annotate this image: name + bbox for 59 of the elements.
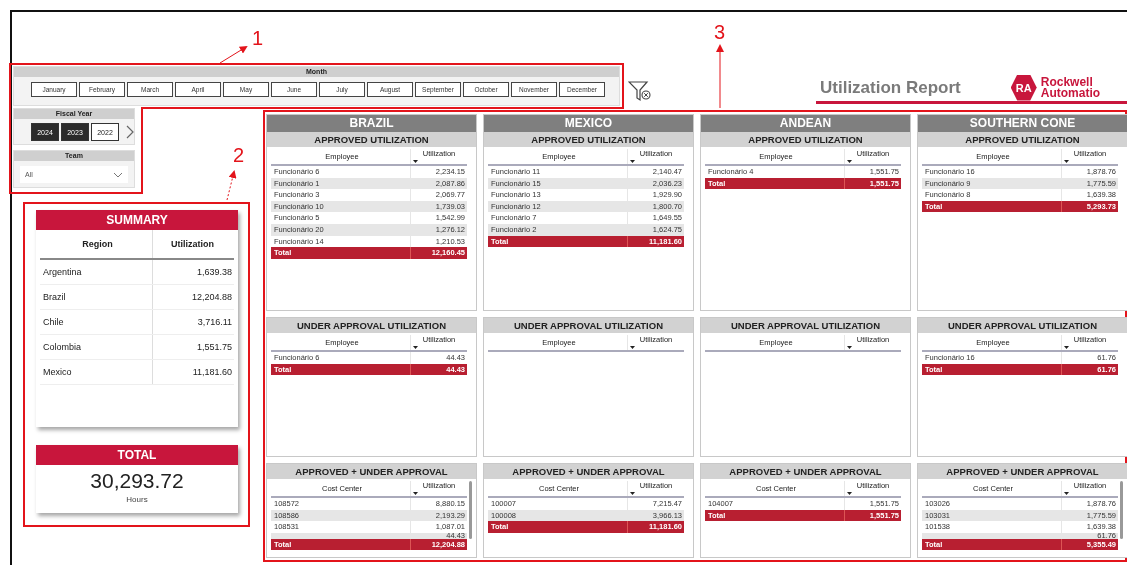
sort-icon xyxy=(847,346,852,349)
brand-name: Rockwell xyxy=(1040,76,1093,88)
table-cell-text: 1,551.75 xyxy=(195,341,233,354)
table-cell: Mexico xyxy=(40,360,153,384)
panel-title: APPROVED + UNDER APPROVAL xyxy=(267,464,476,479)
panel-title: APPROVED UTILIZATION xyxy=(267,132,476,147)
clear-filter-icon[interactable] xyxy=(628,80,652,102)
column-header: Region xyxy=(40,230,153,258)
sort-icon xyxy=(847,160,852,163)
annotation-number: 2 xyxy=(233,145,245,165)
sort-icon xyxy=(1064,160,1069,163)
annotation-arrow xyxy=(226,170,237,201)
sort-icon xyxy=(413,346,418,349)
annotation-number: 3 xyxy=(714,22,726,42)
table-cell-text: 12,204.88 xyxy=(190,291,233,304)
table-cell-text: 11,181.60 xyxy=(191,366,233,379)
sort-icon xyxy=(630,346,635,349)
total-value: 30,293.72 xyxy=(89,469,185,493)
panel-title: UNDER APPROVAL UTILIZATION xyxy=(484,318,693,333)
panel-title: APPROVED UTILIZATION xyxy=(918,132,1127,147)
panel-title: APPROVED + UNDER APPROVAL xyxy=(701,464,910,479)
panel-title: APPROVED + UNDER APPROVAL xyxy=(484,464,693,479)
panel-title: APPROVED + UNDER APPROVAL xyxy=(918,464,1127,479)
region-title: BRAZIL xyxy=(267,115,476,132)
sort-icon xyxy=(1064,346,1069,349)
sort-icon xyxy=(630,160,635,163)
column-header: Utilization xyxy=(170,238,215,251)
table-cell: Argentina xyxy=(40,260,153,284)
sort-icon xyxy=(847,492,852,495)
annotation-number: 1 xyxy=(252,28,264,48)
sort-icon xyxy=(630,492,635,495)
panel-title: UNDER APPROVAL UTILIZATION xyxy=(267,318,476,333)
annotation-arrow xyxy=(219,45,248,64)
table-cell: Chile xyxy=(40,310,153,334)
region-title: SOUTHERN CONE xyxy=(918,115,1127,132)
unit-label: Hours xyxy=(125,495,149,504)
brand-name: Automatio xyxy=(1040,87,1101,99)
annotation-arrow xyxy=(716,44,724,109)
sort-icon xyxy=(413,160,418,163)
scrollbar[interactable] xyxy=(469,481,472,539)
chevron-down-icon xyxy=(113,171,123,178)
table-cell-text: 1,639.38 xyxy=(195,266,233,279)
report-title: Utilization Report xyxy=(820,77,961,98)
chevron-right-icon[interactable] xyxy=(126,125,134,139)
table-cell: Brazil xyxy=(40,285,153,309)
panel-title: UNDER APPROVAL UTILIZATION xyxy=(918,318,1127,333)
region-title: ANDEAN xyxy=(701,115,910,132)
scrollbar[interactable] xyxy=(1120,481,1123,539)
card-title: TOTAL xyxy=(36,445,238,465)
region-title: MEXICO xyxy=(484,115,693,132)
sort-icon xyxy=(1064,492,1069,495)
sort-icon xyxy=(413,492,418,495)
table-cell: Colombia xyxy=(40,335,153,359)
panel-title: APPROVED UTILIZATION xyxy=(701,132,910,147)
table-cell-text: 3,716.11 xyxy=(196,316,233,329)
panel-title: APPROVED UTILIZATION xyxy=(484,132,693,147)
card-title: SUMMARY xyxy=(36,210,238,230)
logo-badge: RA xyxy=(1010,74,1037,101)
panel-title: UNDER APPROVAL UTILIZATION xyxy=(701,318,910,333)
